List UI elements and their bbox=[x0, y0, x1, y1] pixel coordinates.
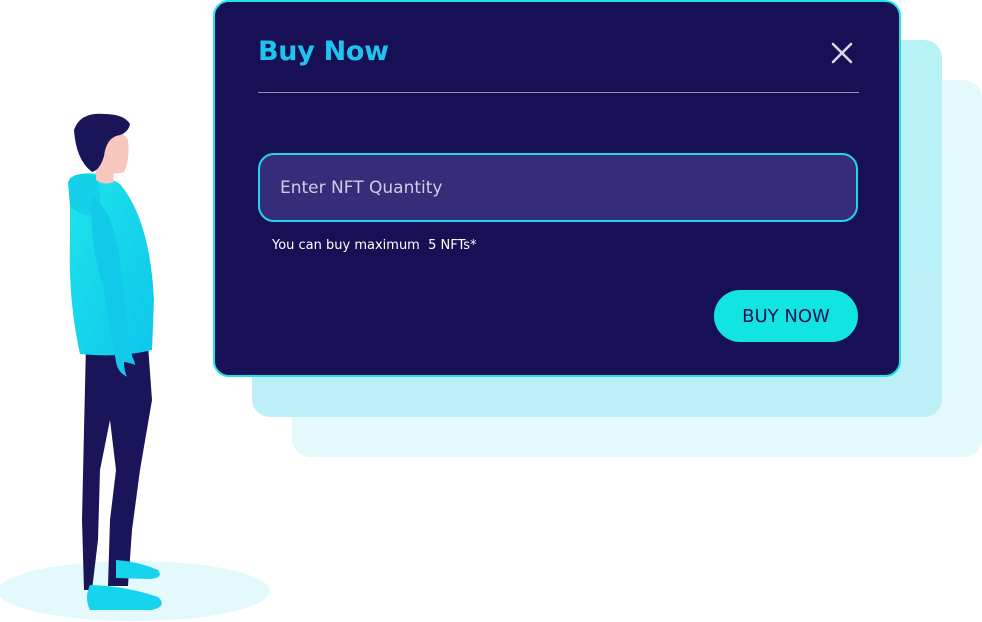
modal-title: Buy Now bbox=[258, 36, 389, 67]
close-button[interactable] bbox=[829, 40, 855, 66]
buy-now-modal: Buy Now You can buy maximum 5 NFTs* BUY … bbox=[213, 0, 901, 377]
max-quantity-helper-text: You can buy maximum 5 NFTs* bbox=[272, 238, 477, 253]
person-legs bbox=[82, 345, 152, 590]
close-icon bbox=[831, 42, 853, 64]
modal-divider bbox=[258, 92, 859, 93]
page-stage: Buy Now You can buy maximum 5 NFTs* BUY … bbox=[0, 0, 982, 622]
nft-quantity-input[interactable] bbox=[258, 153, 858, 222]
buy-now-button[interactable]: BUY NOW bbox=[714, 290, 858, 342]
